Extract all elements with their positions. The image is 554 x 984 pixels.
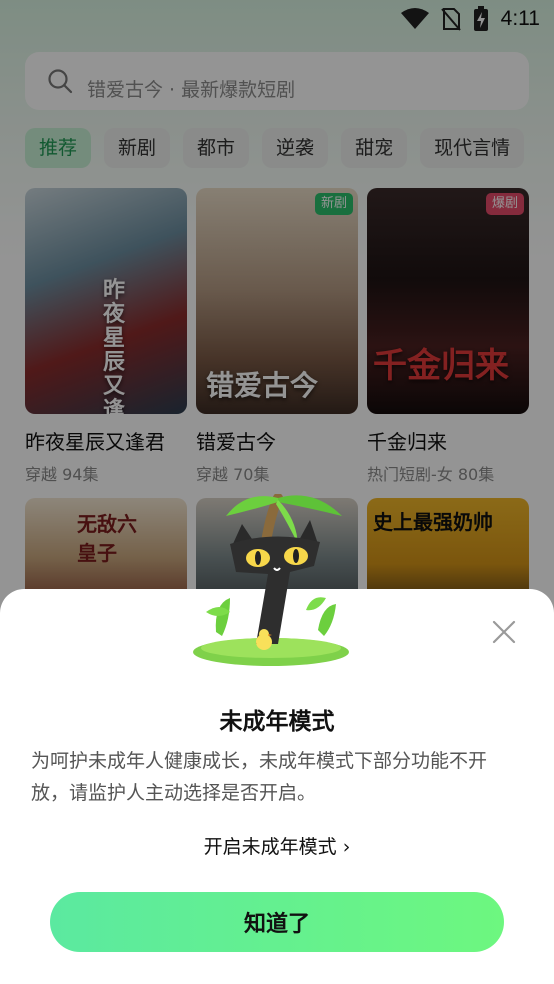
close-icon[interactable] (490, 618, 518, 646)
got-it-button[interactable]: 知道了 (50, 892, 504, 952)
mascot-cat-illustration (193, 494, 349, 666)
modal-title: 未成年模式 (219, 709, 335, 735)
chevron-right-icon: › (342, 836, 351, 858)
modal-description: 为呵护未成年人健康成长，未成年模式下部分功能不开放，请监护人主动选择是否开启。 (31, 750, 488, 804)
enable-teen-mode-link[interactable]: 开启未成年模式 › (0, 832, 554, 859)
enable-teen-mode-label: 开启未成年模式 (203, 836, 337, 858)
